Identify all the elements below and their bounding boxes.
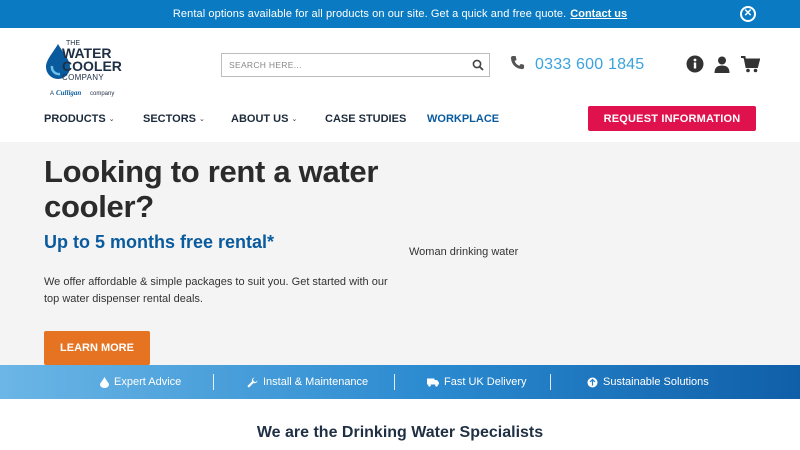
logo-tag-a: A bbox=[50, 91, 54, 97]
logo-tag-brand: Culligan bbox=[56, 89, 81, 97]
request-information-button[interactable]: REQUEST INFORMATION bbox=[588, 106, 756, 131]
phone-icon bbox=[510, 55, 525, 75]
contact-us-link[interactable]: Contact us bbox=[570, 8, 627, 20]
header-icons bbox=[686, 55, 761, 78]
hero-title: Looking to rent a water cooler? bbox=[44, 154, 379, 224]
feature-expert-advice: Expert Advice bbox=[100, 365, 181, 399]
nav-about-label: ABOUT US bbox=[231, 113, 289, 125]
info-icon[interactable] bbox=[686, 55, 704, 78]
nav-case-studies[interactable]: CASE STUDIES bbox=[325, 113, 427, 125]
hero-body: We offer affordable & simple packages to… bbox=[44, 276, 388, 305]
top-banner: Rental options available for all product… bbox=[0, 0, 800, 28]
nav-products-label: PRODUCTS bbox=[44, 113, 106, 125]
nav-sectors-label: SECTORS bbox=[143, 113, 196, 125]
divider bbox=[394, 374, 395, 390]
section-heading: We are the Drinking Water Specialists bbox=[256, 424, 544, 441]
search-input[interactable] bbox=[222, 54, 467, 76]
logo-text-company: COMPANY bbox=[62, 73, 104, 82]
feature-strip: Expert Advice Install & Maintenance Fast… bbox=[0, 365, 800, 399]
nav-case-studies-label: CASE STUDIES bbox=[325, 113, 407, 125]
divider bbox=[550, 374, 551, 390]
recycle-icon bbox=[587, 377, 598, 388]
main-nav: PRODUCTS ⌄ SECTORS ⌄ ABOUT US ⌄ CASE STU… bbox=[44, 111, 499, 127]
phone-contact[interactable]: 0333 600 1845 bbox=[510, 55, 644, 75]
search-icon[interactable] bbox=[467, 54, 489, 76]
feature-sustainable-solutions: Sustainable Solutions bbox=[587, 365, 709, 399]
logo-tag-company: company bbox=[90, 91, 114, 97]
learn-more-button[interactable]: LEARN MORE bbox=[44, 331, 150, 365]
chevron-down-icon: ⌄ bbox=[291, 116, 298, 123]
feature-label: Fast UK Delivery bbox=[444, 376, 527, 388]
phone-number: 0333 600 1845 bbox=[535, 56, 645, 73]
feature-label: Sustainable Solutions bbox=[603, 376, 709, 388]
search-box bbox=[221, 53, 490, 77]
chevron-down-icon: ⌄ bbox=[108, 116, 115, 123]
nav-about[interactable]: ABOUT US ⌄ bbox=[231, 113, 325, 125]
hero-subtitle: Up to 5 months free rental* bbox=[44, 232, 275, 252]
close-icon[interactable]: ✕ bbox=[740, 6, 756, 22]
banner-message: Rental options available for all product… bbox=[172, 8, 567, 20]
logo-text-cooler: COOLER bbox=[62, 58, 122, 74]
logo[interactable]: THE WATER COOLER COMPANY A Culligan comp… bbox=[44, 38, 134, 98]
hero-section: Looking to rent a water cooler? Up to 5 … bbox=[0, 142, 800, 365]
nav-sectors[interactable]: SECTORS ⌄ bbox=[143, 113, 231, 125]
user-icon[interactable] bbox=[714, 56, 730, 78]
water-drop-icon bbox=[100, 376, 109, 388]
hero-image-alt: Woman drinking water bbox=[409, 246, 519, 258]
cart-icon[interactable] bbox=[741, 55, 761, 78]
chevron-down-icon: ⌄ bbox=[198, 116, 205, 123]
wrench-icon bbox=[247, 377, 258, 388]
truck-icon bbox=[427, 378, 439, 387]
feature-label: Install & Maintenance bbox=[263, 376, 369, 388]
feature-label: Expert Advice bbox=[114, 376, 182, 388]
feature-fast-uk-delivery: Fast UK Delivery bbox=[427, 365, 527, 399]
divider bbox=[213, 374, 214, 390]
nav-workplace[interactable]: WORKPLACE bbox=[427, 113, 499, 125]
nav-products[interactable]: PRODUCTS ⌄ bbox=[44, 113, 143, 125]
nav-workplace-label: WORKPLACE bbox=[427, 113, 500, 125]
logo-graphic: THE WATER COOLER COMPANY A Culligan comp… bbox=[46, 40, 122, 97]
feature-install-maintenance: Install & Maintenance bbox=[247, 365, 368, 399]
